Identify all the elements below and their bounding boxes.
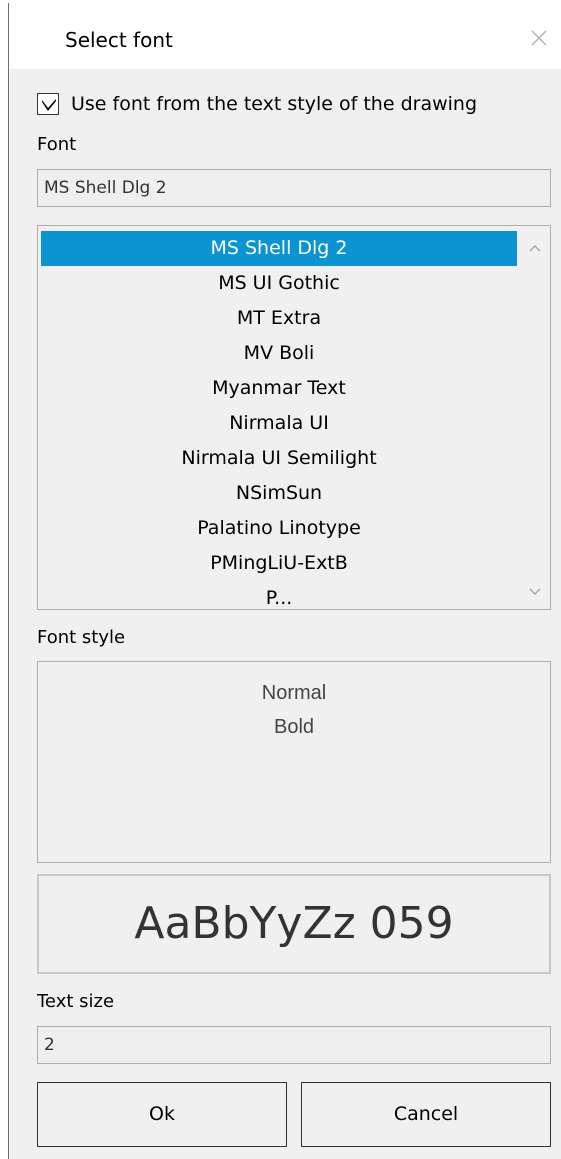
cancel-button[interactable]: Cancel <box>301 1082 551 1147</box>
font-style-listbox[interactable]: Normal Bold <box>37 661 551 863</box>
font-list-items: MS Shell Dlg 2 MS UI Gothic MT Extra MV Bol… <box>41 231 517 609</box>
chevron-up-icon <box>529 245 541 252</box>
font-style-item-normal[interactable]: Normal <box>38 676 550 710</box>
ok-button[interactable]: Ok <box>37 1082 287 1147</box>
font-label: Font <box>37 134 77 155</box>
scroll-down-arrow[interactable] <box>528 584 542 598</box>
dialog-title: Select font <box>65 28 173 52</box>
font-name-field[interactable]: MS Shell Dlg 2 <box>37 169 551 207</box>
font-list-item[interactable]: Nirmala UI <box>41 406 517 441</box>
checkmark-icon <box>42 99 56 111</box>
font-list-item[interactable]: Myanmar Text <box>41 371 517 406</box>
font-list-item[interactable]: NSimSun <box>41 476 517 511</box>
font-listbox[interactable]: MS Shell Dlg 2 MS UI Gothic MT Extra MV Bol… <box>37 225 551 610</box>
font-list-item[interactable]: MT Extra <box>41 301 517 336</box>
font-list-item[interactable]: MS Shell Dlg 2 <box>41 231 517 266</box>
font-list-item[interactable]: P... <box>41 581 517 609</box>
text-size-field[interactable]: 2 <box>37 1026 551 1064</box>
font-list-item[interactable]: PMingLiU-ExtB <box>41 546 517 581</box>
text-size-label: Text size <box>37 991 115 1012</box>
use-style-font-label: Use font from the text style of the draw… <box>71 93 478 115</box>
font-list-item[interactable]: MS UI Gothic <box>41 266 517 301</box>
font-list-item[interactable]: Palatino Linotype <box>41 511 517 546</box>
use-style-font-row[interactable]: Use font from the text style of the draw… <box>37 91 477 117</box>
chevron-down-icon <box>529 588 541 595</box>
font-list-scrollbar[interactable] <box>520 226 550 609</box>
close-icon <box>531 30 547 46</box>
select-font-dialog: Select font Use font from the text style… <box>8 3 561 1159</box>
title-bar: Select font <box>9 3 561 69</box>
font-list-item[interactable]: MV Boli <box>41 336 517 371</box>
close-button[interactable] <box>524 23 554 53</box>
font-style-label: Font style <box>37 627 126 648</box>
font-style-item-bold[interactable]: Bold <box>38 710 550 744</box>
scroll-up-arrow[interactable] <box>528 240 542 254</box>
font-preview: AaBbYyZz 059 <box>37 874 551 974</box>
use-style-font-checkbox[interactable] <box>37 93 59 115</box>
font-list-item[interactable]: Nirmala UI Semilight <box>41 441 517 476</box>
